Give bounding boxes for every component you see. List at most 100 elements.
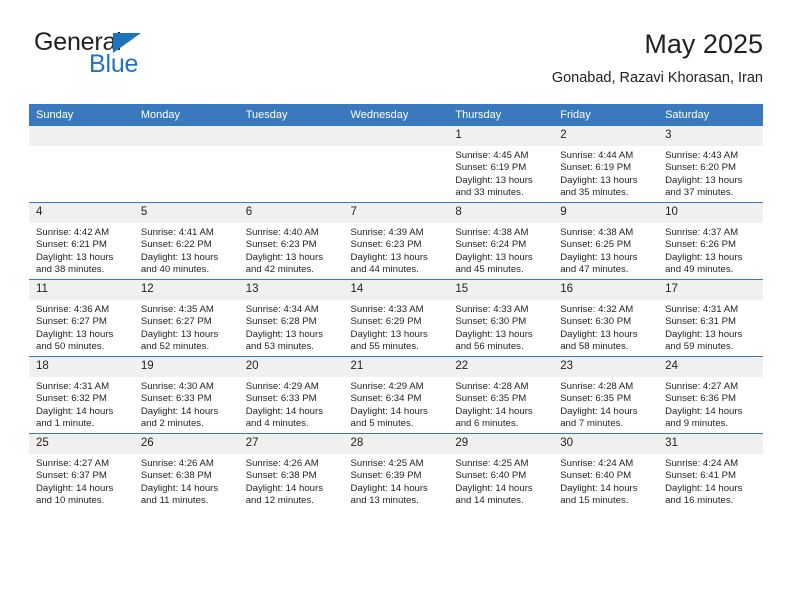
day-number: 18 bbox=[29, 357, 134, 377]
calendar-day-cell[interactable]: 16 Sunrise: 4:32 AM Sunset: 6:30 PM Dayligh… bbox=[553, 279, 659, 357]
daylight-text-line1: Daylight: 13 hours bbox=[665, 174, 743, 186]
sunrise-text: Sunrise: 4:35 AM bbox=[140, 304, 214, 315]
calendar-day-cell[interactable]: 21 Sunrise: 4:29 AM Sunset: 6:34 PM Dayligh… bbox=[343, 356, 449, 434]
page-header: General Blue May 2025 Gonabad, Razavi Kh… bbox=[29, 28, 763, 98]
calendar-day-cell[interactable]: 28 Sunrise: 4:25 AM Sunset: 6:39 PM Dayligh… bbox=[343, 433, 449, 510]
sunrise-text: Sunrise: 4:24 AM bbox=[665, 458, 739, 469]
calendar-day-cell[interactable]: 25 Sunrise: 4:27 AM Sunset: 6:37 PM Dayligh… bbox=[29, 433, 134, 510]
sunrise-text: Sunrise: 4:25 AM bbox=[455, 458, 529, 469]
daylight-text-line2: and 11 minutes. bbox=[140, 495, 209, 507]
calendar-day-cell[interactable]: 8 Sunrise: 4:38 AM Sunset: 6:24 PM Daylight… bbox=[448, 202, 554, 280]
day-details: Sunrise: 4:36 AM Sunset: 6:27 PM Daylight:… bbox=[29, 300, 134, 354]
day-details: Sunrise: 4:24 AM Sunset: 6:41 PM Daylight:… bbox=[658, 454, 763, 508]
calendar-day-cell[interactable]: 26 Sunrise: 4:26 AM Sunset: 6:38 PM Dayligh… bbox=[133, 433, 239, 510]
calendar-day-cell[interactable]: 23 Sunrise: 4:28 AM Sunset: 6:35 PM Dayligh… bbox=[553, 356, 659, 434]
day-details: Sunrise: 4:34 AM Sunset: 6:28 PM Daylight:… bbox=[239, 300, 344, 354]
calendar-day-cell[interactable]: 17 Sunrise: 4:31 AM Sunset: 6:31 PM Dayligh… bbox=[658, 279, 763, 357]
weekday-header-tuesday: Tuesday bbox=[238, 104, 344, 126]
day-details: Sunrise: 4:25 AM Sunset: 6:39 PM Daylight:… bbox=[344, 454, 449, 508]
daylight-text-line2: and 33 minutes. bbox=[455, 187, 524, 199]
calendar-day-cell[interactable]: 14 Sunrise: 4:33 AM Sunset: 6:29 PM Dayligh… bbox=[343, 279, 449, 357]
sunset-text: Sunset: 6:29 PM bbox=[350, 316, 422, 328]
sunset-text: Sunset: 6:22 PM bbox=[140, 239, 212, 251]
calendar-day-cell[interactable]: 24 Sunrise: 4:27 AM Sunset: 6:36 PM Dayligh… bbox=[658, 356, 763, 434]
daylight-text-line2: and 37 minutes. bbox=[665, 187, 734, 199]
calendar-day-cell[interactable]: 13 Sunrise: 4:34 AM Sunset: 6:28 PM Dayligh… bbox=[238, 279, 344, 357]
sunrise-text: Sunrise: 4:36 AM bbox=[36, 304, 110, 315]
sunset-text: Sunset: 6:32 PM bbox=[36, 393, 107, 405]
calendar-day-cell[interactable]: 31 Sunrise: 4:24 AM Sunset: 6:41 PM Dayligh… bbox=[658, 433, 763, 510]
sunset-text: Sunset: 6:35 PM bbox=[560, 393, 632, 405]
daylight-text-line2: and 53 minutes. bbox=[245, 341, 314, 353]
sunset-text: Sunset: 6:38 PM bbox=[245, 470, 317, 482]
calendar-day-cell[interactable]: 7 Sunrise: 4:39 AM Sunset: 6:23 PM Daylight… bbox=[343, 202, 449, 280]
day-number: 3 bbox=[658, 126, 763, 146]
day-number: 27 bbox=[238, 434, 344, 454]
day-details: Sunrise: 4:25 AM Sunset: 6:40 PM Daylight:… bbox=[448, 454, 553, 508]
day-details: Sunrise: 4:38 AM Sunset: 6:24 PM Daylight:… bbox=[448, 223, 553, 277]
calendar-day-cell[interactable]: 30 Sunrise: 4:24 AM Sunset: 6:40 PM Dayligh… bbox=[553, 433, 659, 510]
calendar-day-cell[interactable]: 27 Sunrise: 4:26 AM Sunset: 6:38 PM Dayligh… bbox=[238, 433, 344, 510]
calendar-day-cell[interactable]: 2 Sunrise: 4:44 AM Sunset: 6:19 PM Daylight… bbox=[553, 126, 659, 203]
daylight-text-line2: and 7 minutes. bbox=[560, 418, 624, 430]
daylight-text-line1: Daylight: 14 hours bbox=[350, 482, 428, 494]
daylight-text-line1: Daylight: 14 hours bbox=[560, 405, 638, 417]
day-number: 17 bbox=[658, 280, 763, 300]
day-number: 7 bbox=[343, 203, 449, 223]
calendar-day-cell[interactable]: 12 Sunrise: 4:35 AM Sunset: 6:27 PM Dayligh… bbox=[133, 279, 239, 357]
calendar-day-cell[interactable]: 19 Sunrise: 4:30 AM Sunset: 6:33 PM Dayligh… bbox=[133, 356, 239, 434]
general-blue-logo[interactable]: General Blue bbox=[29, 28, 289, 90]
calendar-day-cell[interactable]: 9 Sunrise: 4:38 AM Sunset: 6:25 PM Daylight… bbox=[553, 202, 659, 280]
day-number: 4 bbox=[29, 203, 134, 223]
daylight-text-line2: and 35 minutes. bbox=[560, 187, 629, 199]
day-number: 16 bbox=[553, 280, 659, 300]
daylight-text-line1: Daylight: 14 hours bbox=[36, 405, 114, 417]
sunrise-text: Sunrise: 4:38 AM bbox=[455, 227, 529, 238]
calendar-day-cell[interactable]: 11 Sunrise: 4:36 AM Sunset: 6:27 PM Dayligh… bbox=[29, 279, 134, 357]
sunrise-text: Sunrise: 4:30 AM bbox=[140, 381, 214, 392]
daylight-text-line2: and 1 minute. bbox=[36, 418, 95, 430]
sunrise-text: Sunrise: 4:40 AM bbox=[245, 227, 319, 238]
daylight-text-line1: Daylight: 13 hours bbox=[455, 251, 533, 263]
sunset-text: Sunset: 6:27 PM bbox=[36, 316, 107, 328]
day-details: Sunrise: 4:26 AM Sunset: 6:38 PM Daylight:… bbox=[239, 454, 344, 508]
day-number: 21 bbox=[343, 357, 449, 377]
daylight-text-line2: and 38 minutes. bbox=[36, 264, 105, 276]
day-details: Sunrise: 4:38 AM Sunset: 6:25 PM Daylight:… bbox=[553, 223, 658, 277]
daylight-text-line2: and 55 minutes. bbox=[350, 341, 419, 353]
sunset-text: Sunset: 6:19 PM bbox=[455, 162, 527, 174]
sunset-text: Sunset: 6:34 PM bbox=[350, 393, 422, 405]
calendar-day-cell[interactable]: 4 Sunrise: 4:42 AM Sunset: 6:21 PM Daylight… bbox=[29, 202, 134, 280]
day-details: Sunrise: 4:39 AM Sunset: 6:23 PM Daylight:… bbox=[344, 223, 449, 277]
page-subtitle: Gonabad, Razavi Khorasan, Iran bbox=[551, 70, 763, 86]
daylight-text-line1: Daylight: 13 hours bbox=[350, 328, 428, 340]
daylight-text-line2: and 10 minutes. bbox=[36, 495, 105, 507]
daylight-text-line2: and 14 minutes. bbox=[455, 495, 524, 507]
calendar-day-cell[interactable]: 6 Sunrise: 4:40 AM Sunset: 6:23 PM Daylight… bbox=[238, 202, 344, 280]
daylight-text-line1: Daylight: 13 hours bbox=[36, 251, 114, 263]
calendar-day-cell[interactable]: 3 Sunrise: 4:43 AM Sunset: 6:20 PM Daylight… bbox=[658, 126, 763, 203]
calendar-day-cell[interactable]: 15 Sunrise: 4:33 AM Sunset: 6:30 PM Dayligh… bbox=[448, 279, 554, 357]
sunrise-text: Sunrise: 4:26 AM bbox=[245, 458, 319, 469]
day-number bbox=[133, 126, 239, 146]
sunset-text: Sunset: 6:27 PM bbox=[140, 316, 212, 328]
calendar-day-cell[interactable]: 1 Sunrise: 4:45 AM Sunset: 6:19 PM Daylight… bbox=[448, 126, 554, 203]
weekday-header-friday: Friday bbox=[553, 104, 659, 126]
sunrise-text: Sunrise: 4:31 AM bbox=[36, 381, 110, 392]
calendar-day-cell[interactable]: 10 Sunrise: 4:37 AM Sunset: 6:26 PM Dayligh… bbox=[658, 202, 763, 280]
title-block: May 2025 Gonabad, Razavi Khorasan, Iran bbox=[552, 28, 763, 88]
sunrise-text: Sunrise: 4:37 AM bbox=[665, 227, 739, 238]
daylight-text-line1: Daylight: 14 hours bbox=[140, 405, 219, 417]
calendar-day-cell[interactable]: 29 Sunrise: 4:25 AM Sunset: 6:40 PM Dayligh… bbox=[448, 433, 554, 510]
calendar-week-row: 1 Sunrise: 4:45 AM Sunset: 6:19 PM Daylight… bbox=[29, 126, 763, 203]
day-number: 20 bbox=[238, 357, 344, 377]
day-details: Sunrise: 4:28 AM Sunset: 6:35 PM Daylight:… bbox=[448, 377, 553, 431]
sunrise-text: Sunrise: 4:29 AM bbox=[245, 381, 319, 392]
daylight-text-line2: and 59 minutes. bbox=[665, 341, 734, 353]
daylight-text-line1: Daylight: 13 hours bbox=[560, 251, 638, 263]
calendar-day-cell[interactable]: 20 Sunrise: 4:29 AM Sunset: 6:33 PM Dayligh… bbox=[238, 356, 344, 434]
calendar-day-cell[interactable]: 22 Sunrise: 4:28 AM Sunset: 6:35 PM Dayligh… bbox=[448, 356, 554, 434]
calendar-day-cell[interactable]: 18 Sunrise: 4:31 AM Sunset: 6:32 PM Dayligh… bbox=[29, 356, 134, 434]
day-number: 15 bbox=[448, 280, 554, 300]
calendar-day-cell[interactable]: 5 Sunrise: 4:41 AM Sunset: 6:22 PM Daylight… bbox=[133, 202, 239, 280]
